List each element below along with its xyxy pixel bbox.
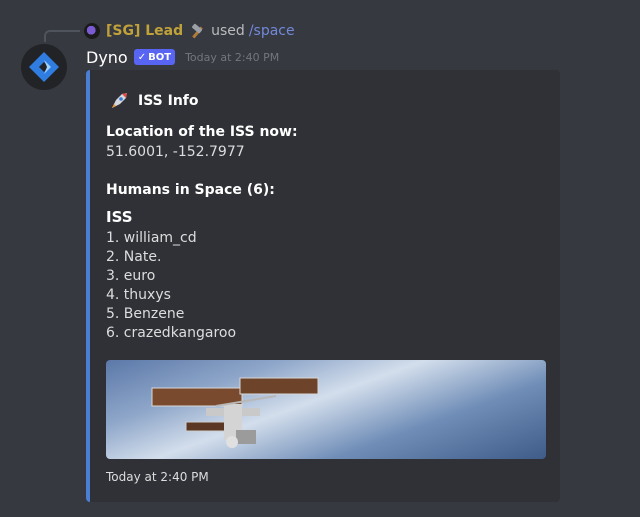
- hammer-icon: [189, 23, 205, 39]
- bot-badge-label: BOT: [148, 51, 172, 63]
- checkmark-icon: ✓: [137, 51, 147, 63]
- crew-list: 1. william_cd 2. Nate. 3. euro 4. thuxys…: [106, 229, 236, 343]
- crew-item: 5. Benzene: [106, 306, 185, 322]
- reply-used-text: used: [211, 23, 245, 39]
- crew-item: 4. thuxys: [106, 287, 171, 303]
- reply-context[interactable]: [SG] Lead used /space: [84, 20, 295, 42]
- location-value: 51.6001, -152.7977: [106, 144, 245, 160]
- reply-username[interactable]: [SG] Lead: [106, 23, 183, 39]
- embed-card: ISS Info Location of the ISS now: 51.600…: [86, 70, 560, 502]
- bot-badge: ✓ BOT: [133, 49, 176, 65]
- message-header: Dyno ✓ BOT Today at 2:40 PM: [86, 45, 279, 69]
- crew-item: 6. crazedkangaroo: [106, 325, 237, 341]
- crew-item: 3. euro: [106, 268, 156, 284]
- reply-connector: [44, 30, 80, 42]
- chat-message: [SG] Lead used /space Dyno ✓ BOT Today a…: [0, 0, 640, 517]
- bot-username[interactable]: Dyno: [86, 48, 128, 67]
- iss-station-icon: [151, 377, 319, 448]
- iss-photo[interactable]: [106, 360, 546, 459]
- dyno-logo-icon: [29, 52, 59, 82]
- location-label: Location of the ISS now:: [106, 124, 298, 140]
- station-heading: ISS: [106, 208, 133, 226]
- crew-item: 1. william_cd: [106, 230, 197, 246]
- crew-item: 2. Nate.: [106, 249, 162, 265]
- rocket-icon: [112, 93, 127, 108]
- reply-command[interactable]: /space: [249, 23, 295, 39]
- bot-avatar[interactable]: [21, 44, 67, 90]
- humans-label: Humans in Space (6):: [106, 182, 275, 198]
- embed-footer-timestamp: Today at 2:40 PM: [106, 470, 209, 484]
- embed-author: ISS Info: [108, 90, 199, 112]
- message-timestamp[interactable]: Today at 2:40 PM: [185, 51, 279, 64]
- embed-title: ISS Info: [138, 93, 199, 109]
- reply-avatar[interactable]: [84, 23, 100, 39]
